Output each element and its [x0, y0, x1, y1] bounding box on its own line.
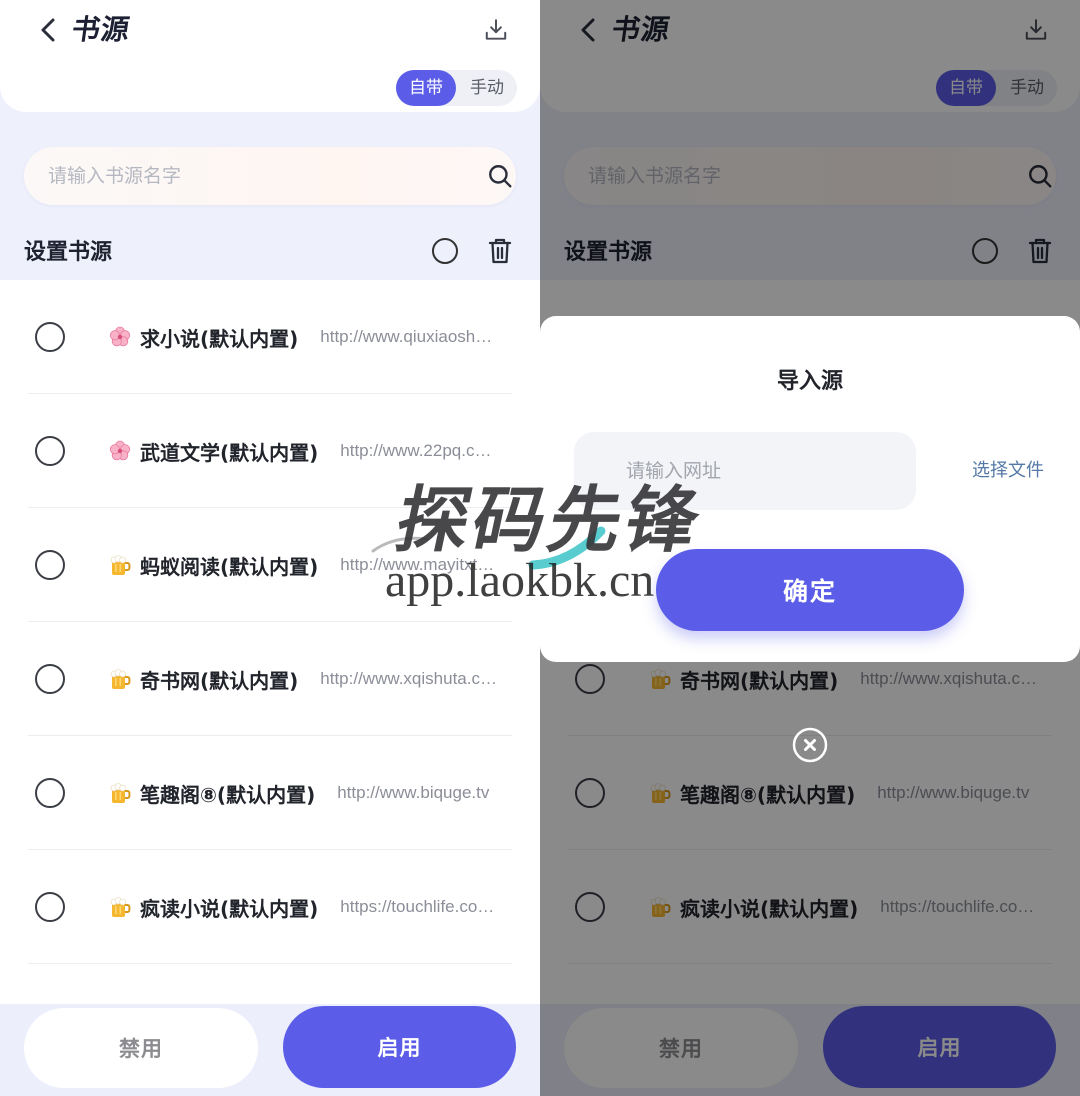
- source-mode-toggle: 自带 手动: [396, 70, 517, 106]
- back-chevron-icon[interactable]: [37, 17, 59, 43]
- source-name: 武道文学(默认内置): [140, 440, 319, 465]
- source-url: http://www.biquge.tv: [337, 783, 490, 802]
- source-text: 求小说(默认内置) http://www.qiuxiaosh…: [140, 322, 512, 352]
- source-url: http://www.22pq.c…: [340, 441, 492, 460]
- search-bar[interactable]: [24, 147, 516, 205]
- source-radio[interactable]: [35, 550, 65, 580]
- source-text: 疯读小说(默认内置) https://touchlife.co…: [140, 892, 512, 922]
- select-all-radio[interactable]: [432, 238, 458, 264]
- source-list: 求小说(默认内置) http://www.qiuxiaosh… 武道文学(默认内置)…: [0, 280, 540, 1004]
- search-icon[interactable]: [487, 163, 513, 189]
- close-dialog-button[interactable]: [792, 727, 828, 763]
- source-url: http://www.xqishuta.c…: [320, 669, 497, 688]
- download-icon[interactable]: [483, 17, 509, 43]
- source-radio[interactable]: [35, 892, 65, 922]
- source-text: 蚂蚁阅读(默认内置) http://www.mayitxt…: [140, 550, 512, 580]
- disable-button[interactable]: 禁用: [24, 1008, 258, 1088]
- source-name: 蚂蚁阅读(默认内置): [140, 554, 319, 579]
- cherry-blossom-icon: [108, 439, 132, 463]
- source-url: http://www.mayitxt…: [340, 555, 495, 574]
- beer-mug-icon: [108, 667, 132, 691]
- enable-button[interactable]: 启用: [283, 1006, 516, 1088]
- source-url: http://www.qiuxiaosh…: [320, 327, 493, 346]
- dialog-title: 导入源: [776, 369, 843, 394]
- trash-icon[interactable]: [488, 237, 512, 265]
- source-radio[interactable]: [35, 664, 65, 694]
- toggle-option-manual[interactable]: 手动: [457, 70, 517, 106]
- section-title: 设置书源: [24, 240, 113, 265]
- source-row[interactable]: 武道文学(默认内置) http://www.22pq.c…: [0, 394, 540, 508]
- source-name: 奇书网(默认内置): [140, 668, 299, 693]
- left-phone-screenshot: 书源 自带 手动 设置书源: [0, 0, 540, 1096]
- confirm-button[interactable]: 确定: [656, 549, 964, 631]
- source-name: 笔趣阁⑧(默认内置): [140, 782, 316, 807]
- cherry-blossom-icon: [108, 325, 132, 349]
- url-input[interactable]: [574, 432, 916, 510]
- beer-mug-icon: [108, 553, 132, 577]
- beer-mug-icon: [108, 895, 132, 919]
- search-input[interactable]: [24, 147, 460, 205]
- source-radio[interactable]: [35, 778, 65, 808]
- close-icon: [792, 727, 828, 767]
- page-title: 书源: [69, 13, 133, 46]
- choose-file-link[interactable]: 选择文件: [972, 456, 1044, 486]
- source-name: 求小说(默认内置): [140, 326, 299, 351]
- app-header: 书源 自带 手动: [0, 0, 540, 112]
- source-name: 疯读小说(默认内置): [140, 896, 319, 921]
- book-source-screen: 书源 自带 手动 设置书源: [0, 0, 540, 1096]
- right-phone-screenshot: 书源 自带 手动 设置书源: [540, 0, 1080, 1096]
- source-row[interactable]: 奇书网(默认内置) http://www.xqishuta.c…: [0, 622, 540, 736]
- beer-mug-icon: [108, 781, 132, 805]
- source-url: https://touchlife.co…: [340, 897, 495, 916]
- source-radio[interactable]: [35, 322, 65, 352]
- source-text: 奇书网(默认内置) http://www.xqishuta.c…: [140, 664, 512, 694]
- source-radio[interactable]: [35, 436, 65, 466]
- source-row[interactable]: 求小说(默认内置) http://www.qiuxiaosh…: [0, 280, 540, 394]
- source-text: 笔趣阁⑧(默认内置) http://www.biquge.tv: [140, 778, 512, 808]
- toggle-option-builtin[interactable]: 自带: [396, 70, 456, 106]
- source-row[interactable]: 疯读小说(默认内置) https://touchlife.co…: [0, 850, 540, 964]
- source-row[interactable]: 笔趣阁⑧(默认内置) http://www.biquge.tv: [0, 736, 540, 850]
- source-text: 武道文学(默认内置) http://www.22pq.c…: [140, 436, 512, 466]
- import-source-dialog: 导入源 选择文件 确定: [540, 316, 1080, 662]
- source-row[interactable]: 蚂蚁阅读(默认内置) http://www.mayitxt…: [0, 508, 540, 622]
